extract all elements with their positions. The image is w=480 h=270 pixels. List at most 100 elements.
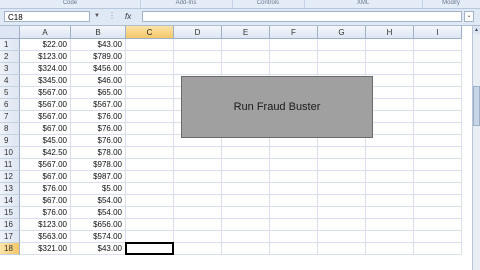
cell-i10[interactable] xyxy=(414,147,462,159)
cell-b9[interactable]: $76.00 xyxy=(71,135,126,147)
cell-d1[interactable] xyxy=(174,39,222,51)
cell-h5[interactable] xyxy=(366,87,414,99)
column-header-g[interactable]: G xyxy=(318,26,366,39)
cell-h11[interactable] xyxy=(366,159,414,171)
cell-a7[interactable]: $567.00 xyxy=(20,111,71,123)
run-fraud-buster-button[interactable]: Run Fraud Buster xyxy=(181,76,373,138)
cell-a18[interactable]: $321.00 xyxy=(20,243,71,255)
cell-h10[interactable] xyxy=(366,147,414,159)
row-header[interactable]: 14 xyxy=(0,195,20,207)
cell-e14[interactable] xyxy=(222,195,270,207)
cell-d12[interactable] xyxy=(174,171,222,183)
row-header[interactable]: 9 xyxy=(0,135,20,147)
cell-g11[interactable] xyxy=(318,159,366,171)
formula-input[interactable] xyxy=(142,11,462,22)
column-header-f[interactable]: F xyxy=(270,26,318,39)
column-header-d[interactable]: D xyxy=(174,26,222,39)
cell-i4[interactable] xyxy=(414,75,462,87)
row-header[interactable]: 6 xyxy=(0,99,20,111)
row-header[interactable]: 15 xyxy=(0,207,20,219)
cell-b1[interactable]: $43.00 xyxy=(71,39,126,51)
row-header[interactable]: 3 xyxy=(0,63,20,75)
cell-a11[interactable]: $567.00 xyxy=(20,159,71,171)
row-header[interactable]: 11 xyxy=(0,159,20,171)
column-header-c[interactable]: C xyxy=(126,26,174,39)
row-header[interactable]: 18 xyxy=(0,243,20,255)
cell-h8[interactable] xyxy=(366,123,414,135)
cell-i6[interactable] xyxy=(414,99,462,111)
cell-b7[interactable]: $76.00 xyxy=(71,111,126,123)
column-header-b[interactable]: B xyxy=(71,26,126,39)
row-header[interactable]: 12 xyxy=(0,171,20,183)
row-header[interactable]: 13 xyxy=(0,183,20,195)
cell-a4[interactable]: $345.00 xyxy=(20,75,71,87)
cell-i17[interactable] xyxy=(414,231,462,243)
cell-i9[interactable] xyxy=(414,135,462,147)
cell-b8[interactable]: $76.00 xyxy=(71,123,126,135)
cell-c16[interactable] xyxy=(126,219,174,231)
cell-f10[interactable] xyxy=(270,147,318,159)
cell-b4[interactable]: $46.00 xyxy=(71,75,126,87)
cell-a9[interactable]: $45.00 xyxy=(20,135,71,147)
cell-f13[interactable] xyxy=(270,183,318,195)
column-header-i[interactable]: I xyxy=(414,26,462,39)
cell-c15[interactable] xyxy=(126,207,174,219)
cell-i3[interactable] xyxy=(414,63,462,75)
row-header[interactable]: 2 xyxy=(0,51,20,63)
vertical-scrollbar[interactable]: ▲ xyxy=(472,26,480,270)
cell-e15[interactable] xyxy=(222,207,270,219)
cell-g18[interactable] xyxy=(318,243,366,255)
cell-b15[interactable]: $54.00 xyxy=(71,207,126,219)
cell-a15[interactable]: $76.00 xyxy=(20,207,71,219)
cell-c11[interactable] xyxy=(126,159,174,171)
cell-f12[interactable] xyxy=(270,171,318,183)
cell-h14[interactable] xyxy=(366,195,414,207)
cell-d10[interactable] xyxy=(174,147,222,159)
row-header[interactable]: 16 xyxy=(0,219,20,231)
cell-d18[interactable] xyxy=(174,243,222,255)
cell-i2[interactable] xyxy=(414,51,462,63)
column-header-e[interactable]: E xyxy=(222,26,270,39)
cell-f16[interactable] xyxy=(270,219,318,231)
cell-c5[interactable] xyxy=(126,87,174,99)
cell-g16[interactable] xyxy=(318,219,366,231)
cell-a2[interactable]: $123.00 xyxy=(20,51,71,63)
cell-e13[interactable] xyxy=(222,183,270,195)
cell-h1[interactable] xyxy=(366,39,414,51)
cell-d11[interactable] xyxy=(174,159,222,171)
cell-i18[interactable] xyxy=(414,243,462,255)
cell-h6[interactable] xyxy=(366,99,414,111)
cell-d2[interactable] xyxy=(174,51,222,63)
cell-c8[interactable] xyxy=(126,123,174,135)
cell-f15[interactable] xyxy=(270,207,318,219)
cell-e11[interactable] xyxy=(222,159,270,171)
cell-a16[interactable]: $123.00 xyxy=(20,219,71,231)
cell-b18[interactable]: $43.00 xyxy=(71,243,126,255)
cell-a3[interactable]: $324.00 xyxy=(20,63,71,75)
cell-c3[interactable] xyxy=(126,63,174,75)
cell-a8[interactable]: $67.00 xyxy=(20,123,71,135)
cell-e16[interactable] xyxy=(222,219,270,231)
row-header[interactable]: 8 xyxy=(0,123,20,135)
cell-i14[interactable] xyxy=(414,195,462,207)
scroll-thumb[interactable] xyxy=(473,86,480,126)
cell-g2[interactable] xyxy=(318,51,366,63)
select-all-corner[interactable] xyxy=(0,26,20,39)
row-header[interactable]: 10 xyxy=(0,147,20,159)
cell-a12[interactable]: $67.00 xyxy=(20,171,71,183)
formula-bar-grip-icon[interactable]: ⋮ xyxy=(108,11,120,22)
cell-a1[interactable]: $22.00 xyxy=(20,39,71,51)
cell-h17[interactable] xyxy=(366,231,414,243)
worksheet-grid[interactable]: A B C D E F G H I 1 $22.00 $43.00 2 $123.00 $789.00 3 $3… xyxy=(0,26,472,270)
cell-h18[interactable] xyxy=(366,243,414,255)
cell-g14[interactable] xyxy=(318,195,366,207)
cell-h12[interactable] xyxy=(366,171,414,183)
cell-e3[interactable] xyxy=(222,63,270,75)
cell-a17[interactable]: $563.00 xyxy=(20,231,71,243)
cell-i5[interactable] xyxy=(414,87,462,99)
cell-c13[interactable] xyxy=(126,183,174,195)
cell-a14[interactable]: $67.00 xyxy=(20,195,71,207)
cell-g17[interactable] xyxy=(318,231,366,243)
cell-a6[interactable]: $567.00 xyxy=(20,99,71,111)
cell-e17[interactable] xyxy=(222,231,270,243)
